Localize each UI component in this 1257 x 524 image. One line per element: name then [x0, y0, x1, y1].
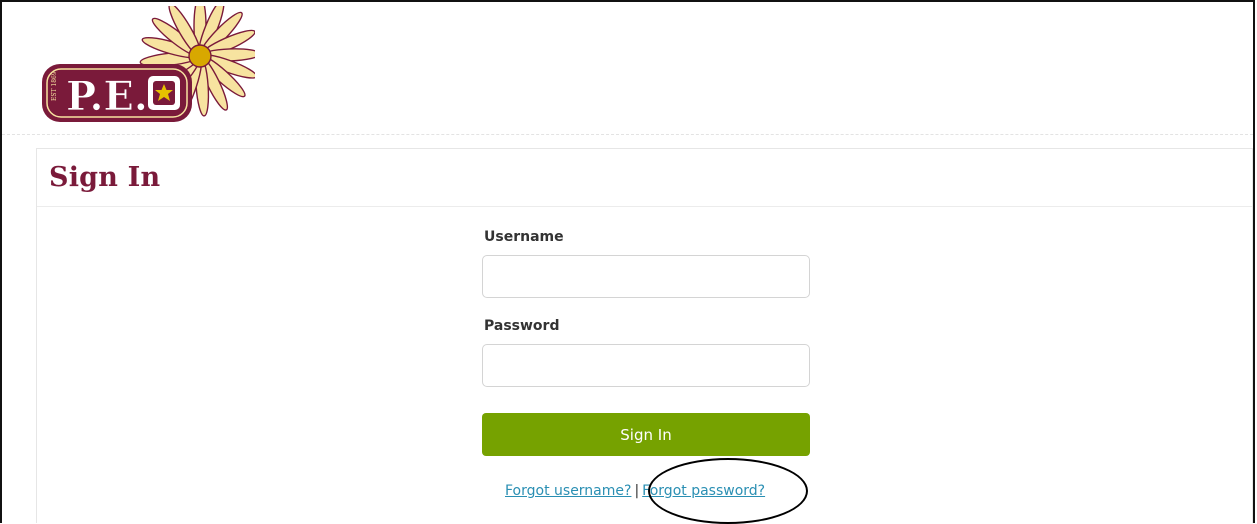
peo-logo[interactable]: EST 1869 P.E.	[40, 6, 255, 126]
signin-form: Username Password Sign In	[482, 229, 810, 456]
site-header: EST 1869 P.E.	[2, 2, 1253, 135]
password-input[interactable]	[482, 344, 810, 387]
forgot-password-link[interactable]: Forgot password?	[642, 483, 765, 499]
logo-text: P.E.	[66, 73, 148, 120]
est-mark: EST 1869	[51, 71, 58, 101]
password-label: Password	[484, 318, 560, 334]
username-label: Username	[484, 229, 564, 245]
signin-button[interactable]: Sign In	[482, 413, 810, 456]
signin-panel: Sign In Username Password Sign In Forgot…	[36, 148, 1253, 523]
panel-header: Sign In	[37, 149, 1252, 207]
username-input[interactable]	[482, 255, 810, 298]
help-links: Forgot username? | Forgot password?	[505, 483, 765, 499]
link-separator: |	[634, 483, 640, 499]
forgot-username-link[interactable]: Forgot username?	[505, 483, 631, 499]
page-title: Sign In	[49, 162, 161, 193]
